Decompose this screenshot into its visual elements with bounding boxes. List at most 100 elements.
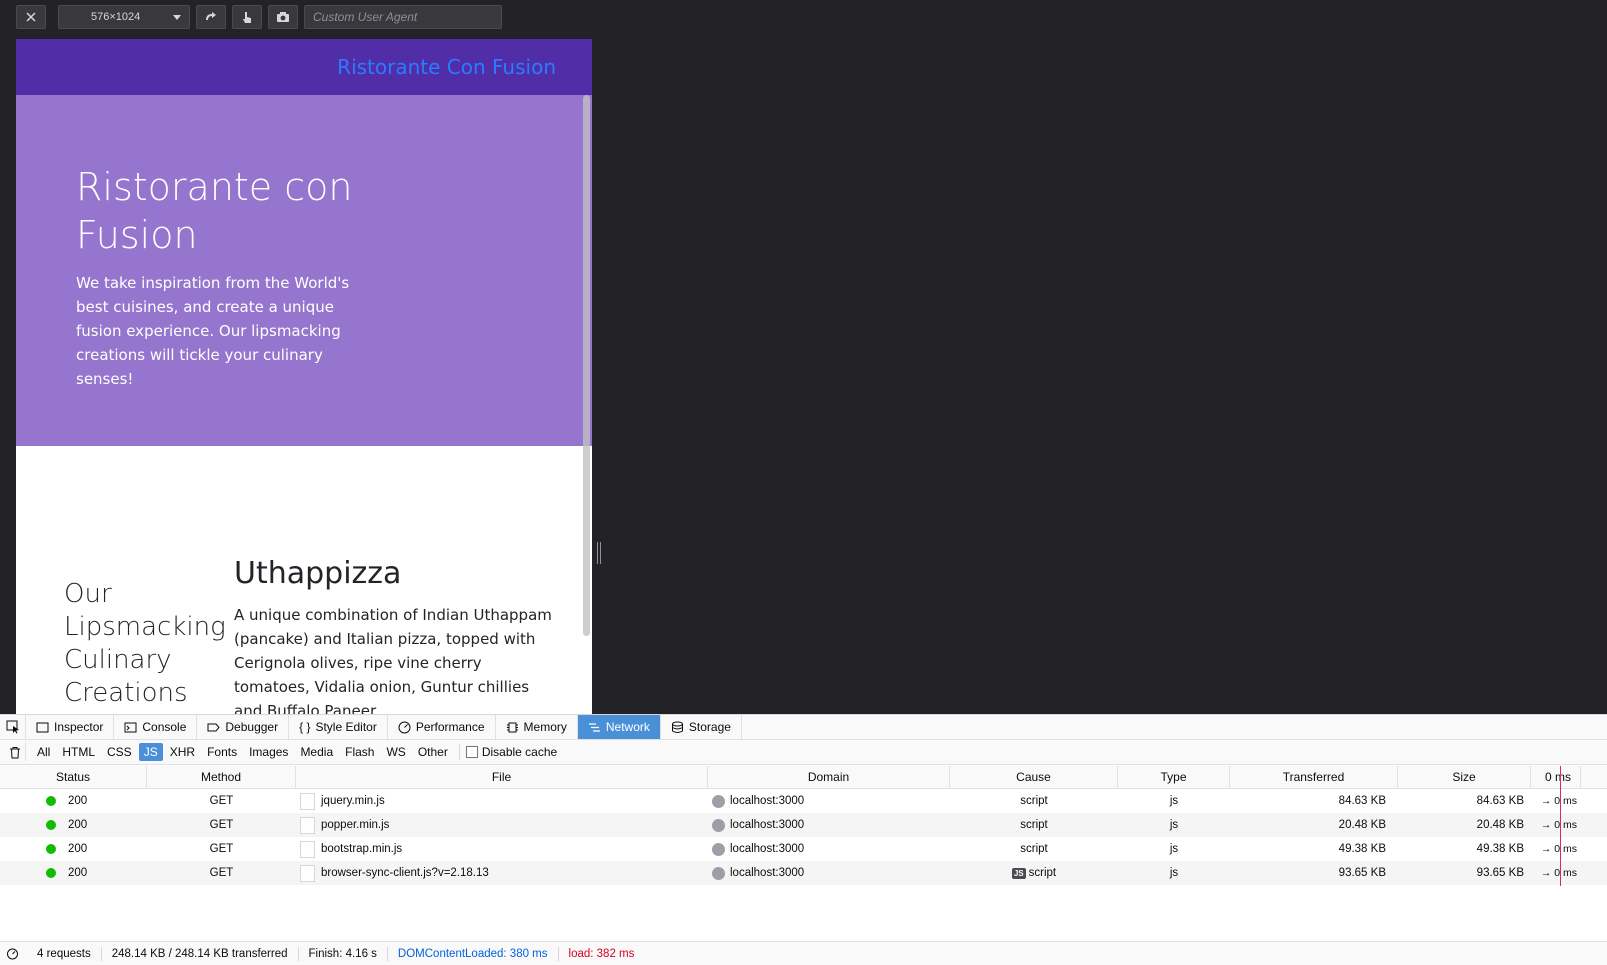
filter-media[interactable]: Media <box>295 743 338 761</box>
disable-cache-checkbox[interactable] <box>465 746 478 758</box>
tab-memory[interactable]: Memory <box>496 715 578 739</box>
row-type: js <box>1169 819 1179 831</box>
viewport-scrollbar[interactable] <box>583 95 590 636</box>
close-rdm-button[interactable] <box>16 5 46 29</box>
tab-console[interactable]: Console <box>114 715 198 739</box>
tab-performance[interactable]: Performance <box>388 715 496 739</box>
content-section: Our Lipsmacking Culinary Creations Uthap… <box>16 446 592 714</box>
filter-flash[interactable]: Flash <box>340 743 379 761</box>
device-size-select[interactable]: 576×1024 <box>58 5 190 29</box>
network-request-table: Status Method File Domain Cause Type Tra… <box>0 766 1607 885</box>
filter-images[interactable]: Images <box>244 743 293 761</box>
row-size: 20.48 KB <box>1476 819 1524 831</box>
row-type: js <box>1169 843 1179 855</box>
row-size: 93.65 KB <box>1476 867 1524 879</box>
row-timing: → 0 ms <box>1540 867 1577 879</box>
site-navbar: Ristorante Con Fusion <box>16 39 592 95</box>
file-thumbnail-icon <box>300 792 315 810</box>
column-status[interactable]: Status <box>0 766 147 788</box>
devtools-tabbar: Inspector Console Debugger { } Style Edi… <box>0 715 1607 740</box>
row-domain: localhost:3000 <box>730 819 805 831</box>
table-row[interactable]: 200 GET browser-sync-client.js?v=2.18.13… <box>0 861 1607 885</box>
row-cause: script <box>1020 843 1048 855</box>
storage-icon <box>671 721 683 733</box>
tab-inspector[interactable]: Inspector <box>26 715 115 739</box>
column-domain[interactable]: Domain <box>708 766 950 788</box>
clear-button[interactable] <box>4 743 26 761</box>
row-domain: localhost:3000 <box>730 795 805 807</box>
summary-requests: 4 requests <box>27 946 102 961</box>
network-summary-bar: 4 requests 248.14 KB / 248.14 KB transfe… <box>0 941 1607 965</box>
trash-icon <box>9 746 20 758</box>
row-method: GET <box>209 843 234 855</box>
column-type[interactable]: Type <box>1118 766 1230 788</box>
tab-label: Style Editor <box>315 720 377 734</box>
rotate-button[interactable] <box>196 5 226 29</box>
debugger-icon <box>207 723 221 731</box>
column-waterfall[interactable]: 0 ms <box>1531 766 1581 788</box>
performance-icon <box>398 721 411 733</box>
filter-xhr[interactable]: XHR <box>165 743 200 761</box>
table-row[interactable]: 200 GET jquery.min.js localhost:3000 scr… <box>0 789 1607 813</box>
navbar-brand[interactable]: Ristorante Con Fusion <box>337 55 556 79</box>
devtools-panel: Inspector Console Debugger { } Style Edi… <box>0 714 1607 965</box>
filter-ws[interactable]: WS <box>381 743 410 761</box>
row-size: 49.38 KB <box>1476 843 1524 855</box>
performance-analysis-button[interactable] <box>0 947 27 961</box>
summary-domcontentloaded: DOMContentLoaded: 380 ms <box>388 946 559 961</box>
filter-css[interactable]: CSS <box>102 743 137 761</box>
device-viewport: Ristorante Con Fusion Ristorante con Fus… <box>16 39 592 714</box>
column-cause[interactable]: Cause <box>950 766 1118 788</box>
filter-fonts[interactable]: Fonts <box>202 743 242 761</box>
table-row[interactable]: 200 GET popper.min.js localhost:3000 scr… <box>0 813 1607 837</box>
table-header: Status Method File Domain Cause Type Tra… <box>0 766 1607 789</box>
row-cause: script <box>1028 867 1057 879</box>
row-status: 200 <box>68 819 88 831</box>
row-file: jquery.min.js <box>321 795 385 807</box>
js-badge-icon: JS <box>1011 867 1026 879</box>
row-timing: → 0 ms <box>1540 819 1577 831</box>
status-dot-icon <box>46 868 56 878</box>
viewport-resize-handle[interactable] <box>597 542 601 564</box>
row-file: popper.min.js <box>321 819 390 831</box>
tab-storage[interactable]: Storage <box>661 715 742 739</box>
table-body: 200 GET jquery.min.js localhost:3000 scr… <box>0 789 1607 885</box>
user-agent-input[interactable]: Custom User Agent <box>304 5 502 29</box>
row-timing: → 0 ms <box>1540 795 1577 807</box>
row-transferred: 84.63 KB <box>1338 795 1386 807</box>
row-domain: localhost:3000 <box>730 843 805 855</box>
dish-description: A unique combination of Indian Uthappam … <box>234 606 552 714</box>
screenshot-button[interactable] <box>268 5 298 29</box>
status-dot-icon <box>46 796 56 806</box>
element-picker-button[interactable] <box>0 715 26 739</box>
table-row[interactable]: 200 GET bootstrap.min.js localhost:3000 … <box>0 837 1607 861</box>
touch-simulation-button[interactable] <box>232 5 262 29</box>
filter-html[interactable]: HTML <box>57 743 100 761</box>
row-file: browser-sync-client.js?v=2.18.13 <box>321 867 489 879</box>
filter-all[interactable]: All <box>32 743 55 761</box>
tab-network[interactable]: Network <box>577 715 661 739</box>
tab-label: Console <box>142 720 187 734</box>
tab-label: Memory <box>523 720 567 734</box>
file-thumbnail-icon <box>300 864 315 882</box>
tab-label: Network <box>605 720 650 734</box>
row-method: GET <box>209 795 234 807</box>
hero-title: Ristorante con Fusion <box>76 165 353 257</box>
disable-cache-toggle[interactable]: Disable cache <box>465 745 558 759</box>
stopwatch-icon <box>7 948 18 960</box>
filter-other[interactable]: Other <box>413 743 453 761</box>
column-method[interactable]: Method <box>147 766 296 788</box>
network-filter-bar: All HTML CSS JS XHR Fonts Images Media F… <box>0 740 1607 765</box>
disable-cache-label: Disable cache <box>481 745 558 759</box>
site-jumbotron: Ristorante con Fusion We take inspiratio… <box>16 95 592 446</box>
section-title: Our Lipsmacking Culinary Creations <box>64 579 226 708</box>
column-transferred[interactable]: Transferred <box>1230 766 1398 788</box>
row-method: GET <box>209 867 234 879</box>
row-domain: localhost:3000 <box>730 867 805 879</box>
column-file[interactable]: File <box>296 766 708 788</box>
filter-js[interactable]: JS <box>138 743 163 761</box>
tab-style-editor[interactable]: { } Style Editor <box>289 715 388 739</box>
column-size[interactable]: Size <box>1398 766 1531 788</box>
tab-debugger[interactable]: Debugger <box>197 715 290 739</box>
row-timing: → 0 ms <box>1540 843 1577 855</box>
